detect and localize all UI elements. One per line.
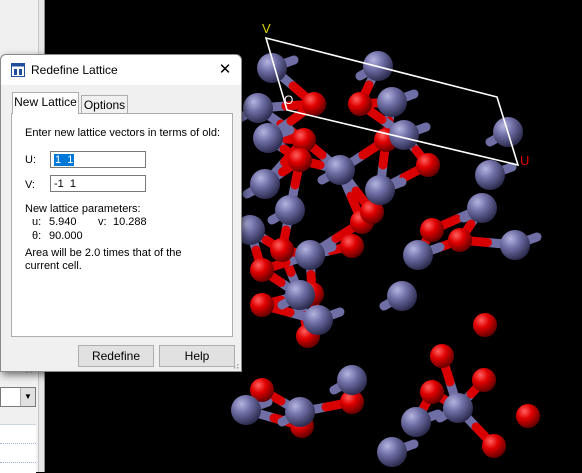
- metal-atom: [500, 230, 530, 260]
- tab-new-lattice[interactable]: New Lattice: [12, 92, 79, 114]
- redefine-button[interactable]: Redefine: [78, 345, 154, 367]
- v-param-label: v:: [98, 216, 107, 228]
- metal-atom: [475, 160, 505, 190]
- metal-atom: [377, 87, 407, 117]
- metal-atom: [295, 240, 325, 270]
- metal-atom: [365, 175, 395, 205]
- metal-atom: [243, 93, 273, 123]
- v-vector-input[interactable]: -1 1: [50, 175, 146, 192]
- axis-u-label: U: [520, 153, 529, 168]
- title-bar[interactable]: Redefine Lattice ✕: [1, 55, 241, 85]
- metal-atom: [253, 123, 283, 153]
- u-param-label: u:: [32, 216, 42, 228]
- tab-panel-new-lattice: Enter new lattice vectors in terms of ol…: [11, 113, 233, 337]
- u-param-value: 5.940: [49, 216, 77, 228]
- metal-atom: [377, 437, 407, 467]
- resize-grip-icon[interactable]: [231, 361, 239, 369]
- oxygen-atom: [472, 368, 496, 392]
- metal-atom: [231, 395, 261, 425]
- v-label: V:: [25, 179, 35, 191]
- theta-value: 90.000: [49, 230, 83, 242]
- metal-atom: [403, 240, 433, 270]
- oxygen-atom: [288, 148, 312, 172]
- redefine-lattice-dialog: Redefine Lattice ✕ New Lattice Options E…: [0, 54, 242, 372]
- oxygen-atom: [292, 128, 316, 152]
- area-note-line2: current cell.: [25, 260, 82, 272]
- tab-options[interactable]: Options: [81, 95, 128, 115]
- list-item[interactable]: [0, 425, 36, 444]
- metal-atom: [275, 195, 305, 225]
- metal-atom: [285, 280, 315, 310]
- oxygen-atom: [430, 344, 454, 368]
- chevron-down-icon[interactable]: ▼: [20, 388, 35, 406]
- oxygen-atom: [473, 313, 497, 337]
- oxygen-atom: [420, 380, 444, 404]
- metal-atom: [467, 193, 497, 223]
- background-dropdown[interactable]: ▼: [0, 387, 36, 407]
- oxygen-atom: [340, 234, 364, 258]
- instructions-text: Enter new lattice vectors in terms of ol…: [25, 127, 221, 139]
- metal-atom: [250, 169, 280, 199]
- metal-atom: [303, 305, 333, 335]
- metal-atom: [443, 393, 473, 423]
- metal-atom: [337, 365, 367, 395]
- background-list[interactable]: [0, 424, 36, 473]
- oxygen-atom: [482, 434, 506, 458]
- params-heading: New lattice parameters:: [25, 203, 141, 215]
- axis-v-label: V: [262, 21, 271, 36]
- oxygen-atom: [516, 404, 540, 428]
- oxygen-atom: [348, 92, 372, 116]
- metal-atom: [285, 397, 315, 427]
- app-icon: [11, 63, 25, 77]
- u-label: U:: [25, 154, 36, 166]
- oxygen-atom: [302, 92, 326, 116]
- metal-atom: [401, 407, 431, 437]
- u-vector-input[interactable]: 1 1: [50, 151, 146, 168]
- help-button[interactable]: Help: [159, 345, 235, 367]
- area-note-line1: Area will be 2.0 times that of the: [25, 247, 182, 259]
- oxygen-atom: [420, 218, 444, 242]
- metal-atom: [325, 155, 355, 185]
- close-icon[interactable]: ✕: [215, 60, 235, 80]
- oxygen-atom: [416, 153, 440, 177]
- theta-label: θ:: [32, 230, 42, 242]
- metal-atom: [387, 281, 417, 311]
- axis-o-label: O: [284, 93, 293, 107]
- oxygen-atom: [250, 293, 274, 317]
- v-param-value: 10.288: [113, 216, 147, 228]
- u-vector-value: 1 1: [54, 154, 75, 166]
- oxygen-atom: [448, 228, 472, 252]
- list-item[interactable]: [0, 444, 36, 463]
- oxygen-atom: [270, 238, 294, 262]
- oxygen-atom: [250, 258, 274, 282]
- dialog-title: Redefine Lattice: [31, 63, 118, 77]
